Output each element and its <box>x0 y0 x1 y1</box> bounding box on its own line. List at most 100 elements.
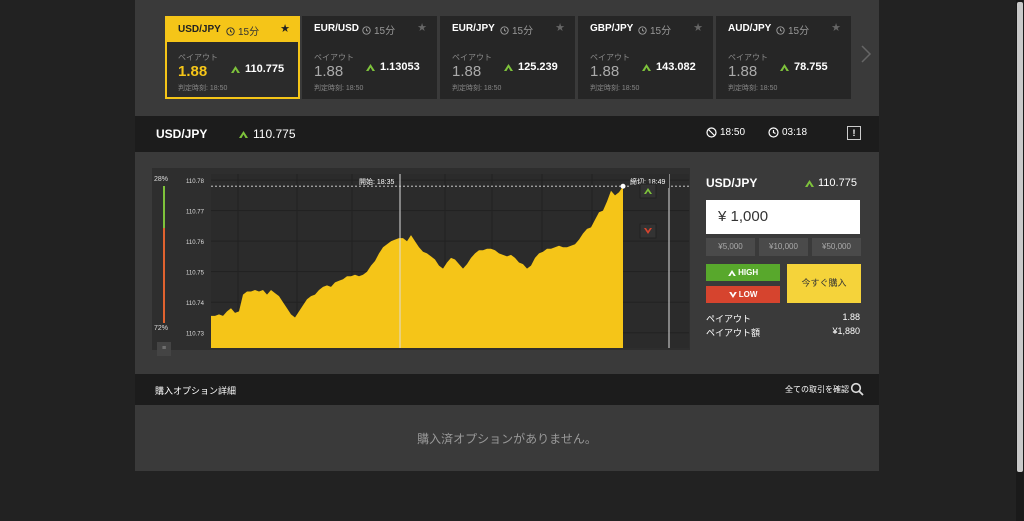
y-tick-label: 110.75 <box>186 271 205 277</box>
up-arrow-icon <box>504 64 513 71</box>
trade-pair: USD/JPY <box>706 176 758 190</box>
purchased-options-header: 購入オプション詳細 全ての取引を確認 <box>135 374 879 405</box>
end-time: 18:50 <box>720 127 746 138</box>
card-pair: EUR/USD <box>314 23 360 34</box>
up-arrow-icon <box>239 131 248 138</box>
payout-amount-value: ¥1,880 <box>832 326 860 336</box>
y-tick-label: 110.78 <box>186 179 205 185</box>
quick-amount-10000[interactable]: ¥10,000 <box>759 238 808 256</box>
card-period: 15分 <box>362 22 395 37</box>
end-time-icon <box>706 127 717 138</box>
card-period: 15分 <box>226 23 259 38</box>
search-icon[interactable] <box>850 382 864 396</box>
purchased-options-title: 購入オプション詳細 <box>155 386 237 396</box>
chart-area: 28% 72% ≡ 110.78 110.77 110.76 110.75 110.74… <box>152 168 690 356</box>
amount-input[interactable]: ¥ 1,000 <box>706 200 860 234</box>
clock-icon <box>776 26 785 35</box>
empty-message: 購入済オプションがありません。 <box>417 432 597 446</box>
card-judge-time: 判定時刻: 18:50 <box>452 85 502 92</box>
card-rate: 143.082 <box>656 61 696 73</box>
card-rate: 110.775 <box>245 63 285 75</box>
selected-pair-bar: USD/JPY 110.775 18:50 03:18 ! <box>135 116 879 152</box>
y-tick-label: 110.74 <box>186 301 205 307</box>
y-tick-label: 110.76 <box>186 240 205 246</box>
card-pair: EUR/JPY <box>452 23 495 34</box>
card-payout: 1.88 <box>590 63 620 80</box>
card-payout-label: ペイアウト <box>314 53 354 62</box>
clock-icon <box>226 27 235 36</box>
price-chart: 110.78 110.77 110.76 110.75 110.74 110.73 開始: … <box>186 174 689 348</box>
up-arrow-icon <box>728 269 736 276</box>
card-payout: 1.88 <box>728 63 758 80</box>
card-rate: 78.755 <box>794 61 828 73</box>
card-period-label: 15分 <box>374 26 396 37</box>
card-period-label: 15分 <box>512 26 534 37</box>
down-arrow-icon <box>728 291 737 298</box>
up-arrow-icon <box>780 64 789 71</box>
next-arrow-icon[interactable] <box>860 44 872 64</box>
high-button[interactable]: HIGH <box>706 264 780 281</box>
card-period-label: 15分 <box>788 26 810 37</box>
countdown-icon <box>768 127 779 138</box>
clock-icon <box>500 26 509 35</box>
card-period: 15分 <box>776 22 809 37</box>
view-all-trades-link[interactable]: 全ての取引を確認 <box>785 384 849 395</box>
payout-value: 1.88 <box>842 312 860 322</box>
card-payout: 1.88 <box>178 63 208 80</box>
favorite-star-icon[interactable]: ★ <box>280 22 290 35</box>
remaining-time: 03:18 <box>782 127 808 138</box>
up-arrow-icon <box>231 66 240 73</box>
card-period-label: 15分 <box>238 27 260 38</box>
card-rate: 125.239 <box>518 61 558 73</box>
asset-card-eur-jpy[interactable]: EUR/JPY 15分 ★ ペイアウト 1.88 125.239 判定時刻: 18:50 <box>440 16 575 99</box>
up-arrow-icon <box>642 64 651 71</box>
low-button[interactable]: LOW <box>706 286 780 303</box>
pair-name: USD/JPY <box>156 127 208 141</box>
quick-amount-5000[interactable]: ¥5,000 <box>706 238 755 256</box>
scrollbar[interactable] <box>1016 0 1024 521</box>
card-period: 15分 <box>500 22 533 37</box>
favorite-star-icon[interactable]: ★ <box>693 21 703 34</box>
card-period: 15分 <box>638 22 671 37</box>
card-rate: 1.13053 <box>380 61 420 73</box>
payout-label: ペイアウト <box>706 314 752 324</box>
up-arrow-icon <box>366 64 375 71</box>
asset-card-usd-jpy[interactable]: USD/JPY 15分 ★ ペイアウト 1.88 110.775 判定時刻: 18:50 <box>165 16 300 99</box>
asset-card-eur-usd[interactable]: EUR/USD 15分 ★ ペイアウト 1.88 1.13053 判定時刻: 18:50 <box>302 16 437 99</box>
low-label: LOW <box>738 290 758 299</box>
up-arrow-icon <box>805 180 814 187</box>
payout-amount-label: ペイアウト額 <box>706 328 761 338</box>
card-judge-time: 判定時刻: 18:50 <box>590 85 640 92</box>
favorite-star-icon[interactable]: ★ <box>831 21 841 34</box>
current-price-dot <box>620 183 626 189</box>
card-judge-time: 判定時刻: 18:50 <box>728 85 778 92</box>
card-payout-label: ペイアウト <box>178 53 218 62</box>
card-pair: GBP/JPY <box>590 23 634 34</box>
trade-rate: 110.775 <box>818 177 857 189</box>
y-tick-label: 110.77 <box>186 210 205 216</box>
buy-now-button[interactable]: 今すぐ購入 <box>787 264 861 303</box>
trade-panel: USD/JPY 110.775 ¥ 1,000 ¥5,000 ¥10,000 ¥… <box>706 170 866 370</box>
purchased-options-list: 購入済オプションがありません。 <box>135 405 879 471</box>
clock-icon <box>638 26 647 35</box>
asset-card-aud-jpy[interactable]: AUD/JPY 15分 ★ ペイアウト 1.88 78.755 判定時刻: 18:50 <box>716 16 851 99</box>
card-pair: AUD/JPY <box>728 23 772 34</box>
favorite-star-icon[interactable]: ★ <box>555 21 565 34</box>
card-judge-time: 判定時刻: 18:50 <box>178 85 228 92</box>
asset-card-gbp-jpy[interactable]: GBP/JPY 15分 ★ ペイアウト 1.88 143.082 判定時刻: 18:50 <box>578 16 713 99</box>
high-label: HIGH <box>738 268 759 277</box>
quick-amount-50000[interactable]: ¥50,000 <box>812 238 861 256</box>
card-pair: USD/JPY <box>178 24 221 35</box>
scrollbar-thumb[interactable] <box>1017 2 1023 472</box>
pair-rate: 110.775 <box>253 127 296 141</box>
clock-icon <box>362 26 371 35</box>
card-payout-label: ペイアウト <box>728 53 768 62</box>
card-payout-label: ペイアウト <box>452 53 492 62</box>
card-payout: 1.88 <box>314 63 344 80</box>
card-payout-label: ペイアウト <box>590 53 630 62</box>
card-judge-time: 判定時刻: 18:50 <box>314 85 364 92</box>
card-period-label: 15分 <box>650 26 672 37</box>
y-tick-label: 110.73 <box>186 332 205 338</box>
alert-icon[interactable]: ! <box>847 126 861 140</box>
favorite-star-icon[interactable]: ★ <box>417 21 427 34</box>
